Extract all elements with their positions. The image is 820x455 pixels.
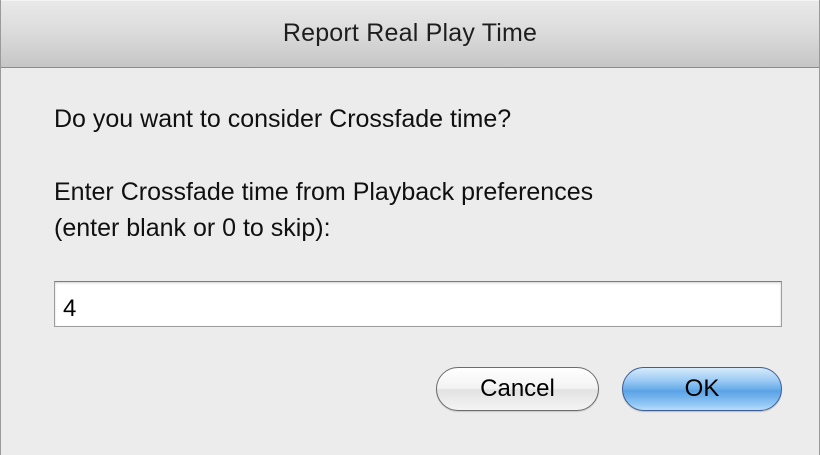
dialog-content: Do you want to consider Crossfade time? … [1,68,819,455]
question-text: Do you want to consider Crossfade time? [54,105,512,133]
crossfade-time-input[interactable] [54,281,782,327]
dialog-window: Report Real Play Time Do you want to con… [0,0,820,455]
prompt-line-1: Enter Crossfade time from Playback prefe… [54,178,594,206]
title-bar[interactable]: Report Real Play Time [1,0,819,68]
ok-button[interactable]: OK [622,367,782,411]
prompt-text: Enter Crossfade time from Playback prefe… [54,174,593,246]
cancel-button[interactable]: Cancel [436,367,599,411]
window-title: Report Real Play Time [282,19,538,47]
prompt-line-2: (enter blank or 0 to skip): [54,214,331,242]
